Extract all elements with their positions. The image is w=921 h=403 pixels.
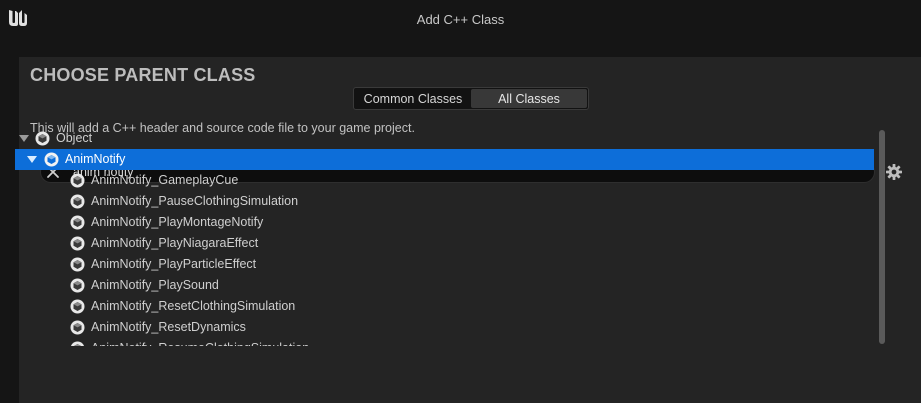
tree-item[interactable]: AnimNotify_PlayNiagaraEffect: [14, 233, 876, 254]
tree-item[interactable]: AnimNotify_PauseClothingSimulation: [14, 191, 876, 212]
class-icon: [70, 236, 85, 251]
panel-heading: CHOOSE PARENT CLASS: [30, 65, 256, 85]
class-icon: [35, 131, 50, 146]
tree-scrollbar[interactable]: [877, 128, 887, 346]
tree-item[interactable]: AnimNotify_GameplayCue: [14, 170, 876, 191]
tree-item[interactable]: AnimNotify_PlayParticleEffect: [14, 254, 876, 275]
class-icon: [70, 341, 85, 346]
gear-icon[interactable]: [885, 163, 903, 181]
class-icon: [70, 320, 85, 335]
tree-item[interactable]: AnimNotify_ResetDynamics: [14, 317, 876, 338]
tab-all-classes[interactable]: All Classes: [471, 89, 587, 108]
tree-item-label: Object: [56, 131, 93, 145]
tree-item-label: AnimNotify_ResetClothingSimulation: [91, 299, 296, 313]
expand-arrow-icon[interactable]: [19, 135, 29, 142]
class-icon: [70, 278, 85, 293]
tree-item-label: AnimNotify_PlayParticleEffect: [91, 257, 257, 271]
class-icon: [70, 215, 85, 230]
class-icon: [70, 173, 85, 188]
title-bar: Add C++ Class: [0, 0, 921, 40]
class-icon: [44, 152, 59, 167]
tree-item-animnotify[interactable]: AnimNotify: [15, 149, 874, 170]
expand-arrow-icon[interactable]: [27, 156, 37, 163]
tab-common-classes[interactable]: Common Classes: [355, 89, 471, 108]
tree-item-label: AnimNotify: [65, 152, 126, 166]
tree-item-object[interactable]: Object: [14, 128, 876, 149]
tree-item-label: AnimNotify_PlayMontageNotify: [91, 215, 264, 229]
tree-item-label: AnimNotify_ResetDynamics: [91, 320, 246, 334]
class-icon: [70, 194, 85, 209]
window-title: Add C++ Class: [416, 12, 505, 27]
tree-item[interactable]: AnimNotify_ResumeClothingSimulation: [14, 338, 876, 346]
class-tree: Object AnimNotify AnimNotify_GameplayCue…: [14, 128, 876, 346]
class-filter-toggle: Common Classes All Classes: [353, 87, 589, 110]
tree-item-label: AnimNotify_ResumeClothingSimulation: [91, 341, 309, 346]
add-cpp-class-window: Add C++ Class CHOOSE PARENT CLASS Common…: [0, 0, 921, 403]
tree-item-label: AnimNotify_PlayNiagaraEffect: [91, 236, 259, 250]
tree-item-label: AnimNotify_GameplayCue: [91, 173, 239, 187]
class-icon: [70, 299, 85, 314]
tree-item-label: AnimNotify_PlaySound: [91, 278, 219, 292]
class-icon: [70, 257, 85, 272]
tree-item[interactable]: AnimNotify_PlaySound: [14, 275, 876, 296]
scrollbar-thumb[interactable]: [879, 130, 885, 344]
tree-item[interactable]: AnimNotify_ResetClothingSimulation: [14, 296, 876, 317]
tree-item[interactable]: AnimNotify_PlayMontageNotify: [14, 212, 876, 233]
tree-item-label: AnimNotify_PauseClothingSimulation: [91, 194, 299, 208]
